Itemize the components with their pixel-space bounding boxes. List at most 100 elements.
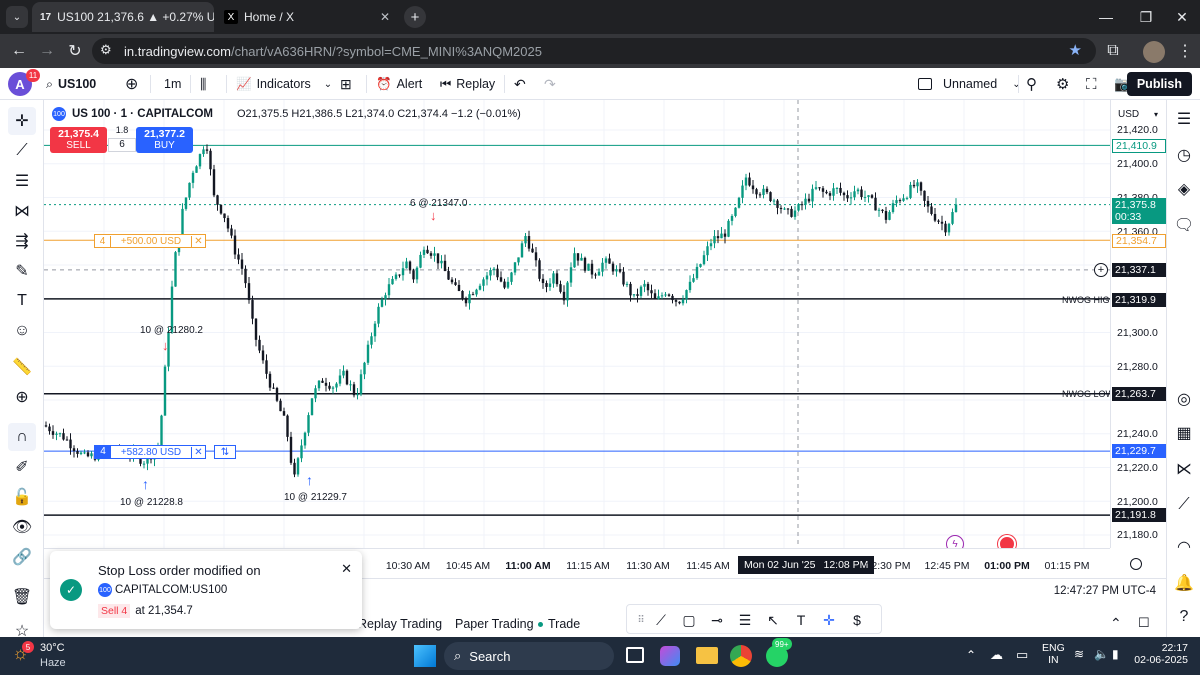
tab-search-icon[interactable]: ⌄: [6, 6, 28, 28]
replay-button[interactable]: ⏮ Replay: [440, 68, 495, 100]
site-info-icon[interactable]: ⚙: [100, 42, 112, 58]
profile-avatar[interactable]: [1143, 41, 1165, 63]
fullscreen-icon[interactable]: ⛶: [1086, 68, 1097, 100]
calendar-icon[interactable]: ▦: [1171, 420, 1197, 446]
candlestick-chart[interactable]: [44, 100, 1110, 548]
emoji-icon[interactable]: ☺: [8, 317, 36, 345]
drag-handle-icon[interactable]: ⠿: [631, 610, 651, 630]
take-profit-order-line-1[interactable]: 4 +500.00 USD ✕: [94, 234, 206, 248]
zoom-in-icon[interactable]: ⊕: [8, 383, 36, 411]
forward-icon[interactable]: →: [32, 34, 62, 68]
task-view-icon[interactable]: [626, 647, 644, 663]
new-tab-button[interactable]: +: [404, 6, 426, 28]
tab-replay-trading[interactable]: Replay Trading: [358, 617, 442, 631]
chart-pane[interactable]: [44, 100, 1110, 548]
chrome-icon[interactable]: [730, 645, 752, 667]
close-tab-icon[interactable]: ✕: [380, 10, 390, 24]
taskbar-search-input[interactable]: ⌕ Search: [444, 642, 614, 670]
chevron-up-icon[interactable]: ⌃: [966, 648, 976, 662]
quick-search-icon[interactable]: ⚲: [1026, 68, 1037, 100]
eye-icon[interactable]: 👁: [8, 513, 36, 541]
candle-type-icon[interactable]: ⫼: [200, 68, 206, 100]
horizontal-ray-icon[interactable]: ⊸: [707, 610, 727, 630]
bookmark-star-icon[interactable]: ★: [1069, 41, 1082, 59]
interval-button[interactable]: 1m: [164, 68, 181, 100]
file-explorer-icon[interactable]: [696, 647, 718, 664]
symbol-search-button[interactable]: ⌕ US100: [46, 68, 96, 100]
tab-x-home[interactable]: X Home / X ✕: [216, 2, 398, 32]
crosshair-icon[interactable]: ✛: [8, 107, 36, 135]
url-input[interactable]: ⚙ in.tradingview.com/chart/vA636HRN/?sym…: [92, 38, 1096, 64]
brush-icon[interactable]: ✎: [8, 257, 36, 285]
tab-trade[interactable]: Trade: [548, 617, 580, 631]
trend-line-icon[interactable]: ⟋: [8, 137, 36, 165]
rectangle-icon[interactable]: ▢: [679, 610, 699, 630]
weather-temp[interactable]: 30°C: [40, 642, 65, 654]
back-icon[interactable]: ←: [4, 34, 34, 68]
collapse-panel-icon[interactable]: ⌃: [1110, 615, 1122, 632]
extensions-icon[interactable]: ⧉: [1098, 34, 1128, 68]
battery-icon[interactable]: ▭: [1016, 647, 1028, 663]
cloud-icon[interactable]: ☁: [990, 647, 1003, 663]
publish-button[interactable]: Publish: [1126, 72, 1192, 96]
close-window-icon[interactable]: ✕: [1162, 0, 1200, 34]
maximize-panel-icon[interactable]: ☐: [1138, 615, 1150, 631]
text-tool-icon[interactable]: T: [8, 287, 36, 315]
system-clock[interactable]: 22:17 02-06-2025: [1134, 642, 1188, 666]
pattern-icon[interactable]: ⋈: [8, 197, 36, 225]
cursor-icon[interactable]: ↖: [763, 610, 783, 630]
object-tree-icon[interactable]: ◈: [1171, 176, 1197, 202]
indicators-button[interactable]: 📈 Indicators ⌄: [236, 68, 332, 100]
link-icon[interactable]: 🔗: [8, 543, 36, 571]
crosshair-icon[interactable]: ✛: [819, 610, 839, 630]
copilot-icon[interactable]: [660, 646, 680, 666]
volume-icon[interactable]: 🔈: [1094, 647, 1109, 661]
buy-button[interactable]: 21,377.2 BUY: [136, 127, 193, 153]
settings-gear-icon[interactable]: [1130, 558, 1142, 570]
wifi-icon[interactable]: ≋: [1074, 647, 1084, 661]
tab-paper-trading[interactable]: Paper Trading: [455, 617, 543, 631]
trend-line-icon[interactable]: ⟋: [651, 610, 671, 630]
price-axis[interactable]: USD▾ 21,420.0 21,400.0 21,380.0 21,360.0…: [1110, 100, 1166, 548]
clock-timezone[interactable]: 12:47:27 PM UTC-4: [1054, 585, 1156, 597]
close-order-icon[interactable]: ✕: [191, 235, 205, 247]
notifications-bell-icon[interactable]: 🔔: [1171, 570, 1197, 596]
tab-tradingview[interactable]: 17 US100 21,376.6 ▲ +0.27% Unn ✕: [32, 2, 214, 32]
trash-icon[interactable]: 🗑: [8, 583, 36, 611]
reverse-position-icon[interactable]: ⇅: [214, 445, 236, 459]
forecast-icon[interactable]: ⇶: [8, 227, 36, 255]
battery-status-icon[interactable]: ▮: [1112, 647, 1119, 661]
streams-icon[interactable]: ◠: [1171, 534, 1197, 560]
sell-button[interactable]: 21,375.4 SELL: [50, 127, 107, 153]
legend-title[interactable]: US 100 · 1 · CAPITALCOM: [72, 108, 213, 120]
templates-icon[interactable]: ⊞: [340, 68, 352, 100]
watchlist-icon[interactable]: ☰: [1171, 106, 1197, 132]
language-indicator[interactable]: ENG IN: [1042, 642, 1065, 666]
settings-gear-icon[interactable]: ⚙: [1056, 68, 1069, 100]
target-icon[interactable]: ◎: [1171, 386, 1197, 412]
windows-start-icon[interactable]: [414, 645, 436, 667]
browser-menu-icon[interactable]: ⋮: [1170, 34, 1200, 68]
lock-icon[interactable]: 🔓: [8, 483, 36, 511]
close-order-icon[interactable]: ✕: [191, 446, 205, 458]
text-tool-icon[interactable]: T: [791, 610, 811, 630]
layout-name-button[interactable]: Unnamed ⌄: [918, 68, 1021, 100]
chat-icon[interactable]: 🗨: [1171, 212, 1197, 238]
restore-icon[interactable]: ❐: [1126, 0, 1166, 34]
reload-icon[interactable]: ↻: [60, 34, 90, 68]
fib-icon[interactable]: ☰: [735, 610, 755, 630]
currency-select[interactable]: USD ▾: [1115, 106, 1161, 122]
magnet-icon[interactable]: ∩: [8, 423, 36, 451]
help-icon[interactable]: ?: [1171, 604, 1197, 630]
stay-drawing-icon[interactable]: ✐: [8, 453, 36, 481]
take-profit-order-line-2[interactable]: 4 +582.80 USD ✕: [94, 445, 206, 459]
ideas-icon[interactable]: ⟋: [1171, 492, 1197, 518]
alert-button[interactable]: ⏰ Alert: [376, 68, 422, 100]
trade-icon[interactable]: ⋉: [1171, 456, 1197, 482]
alerts-clock-icon[interactable]: ◷: [1171, 142, 1197, 168]
fib-retracement-icon[interactable]: ☰: [8, 167, 36, 195]
add-alert-plus-icon[interactable]: +: [1094, 263, 1108, 277]
quantity-input[interactable]: 6: [108, 138, 136, 152]
minimize-icon[interactable]: —: [1086, 0, 1126, 34]
ruler-icon[interactable]: 📏: [8, 353, 36, 381]
